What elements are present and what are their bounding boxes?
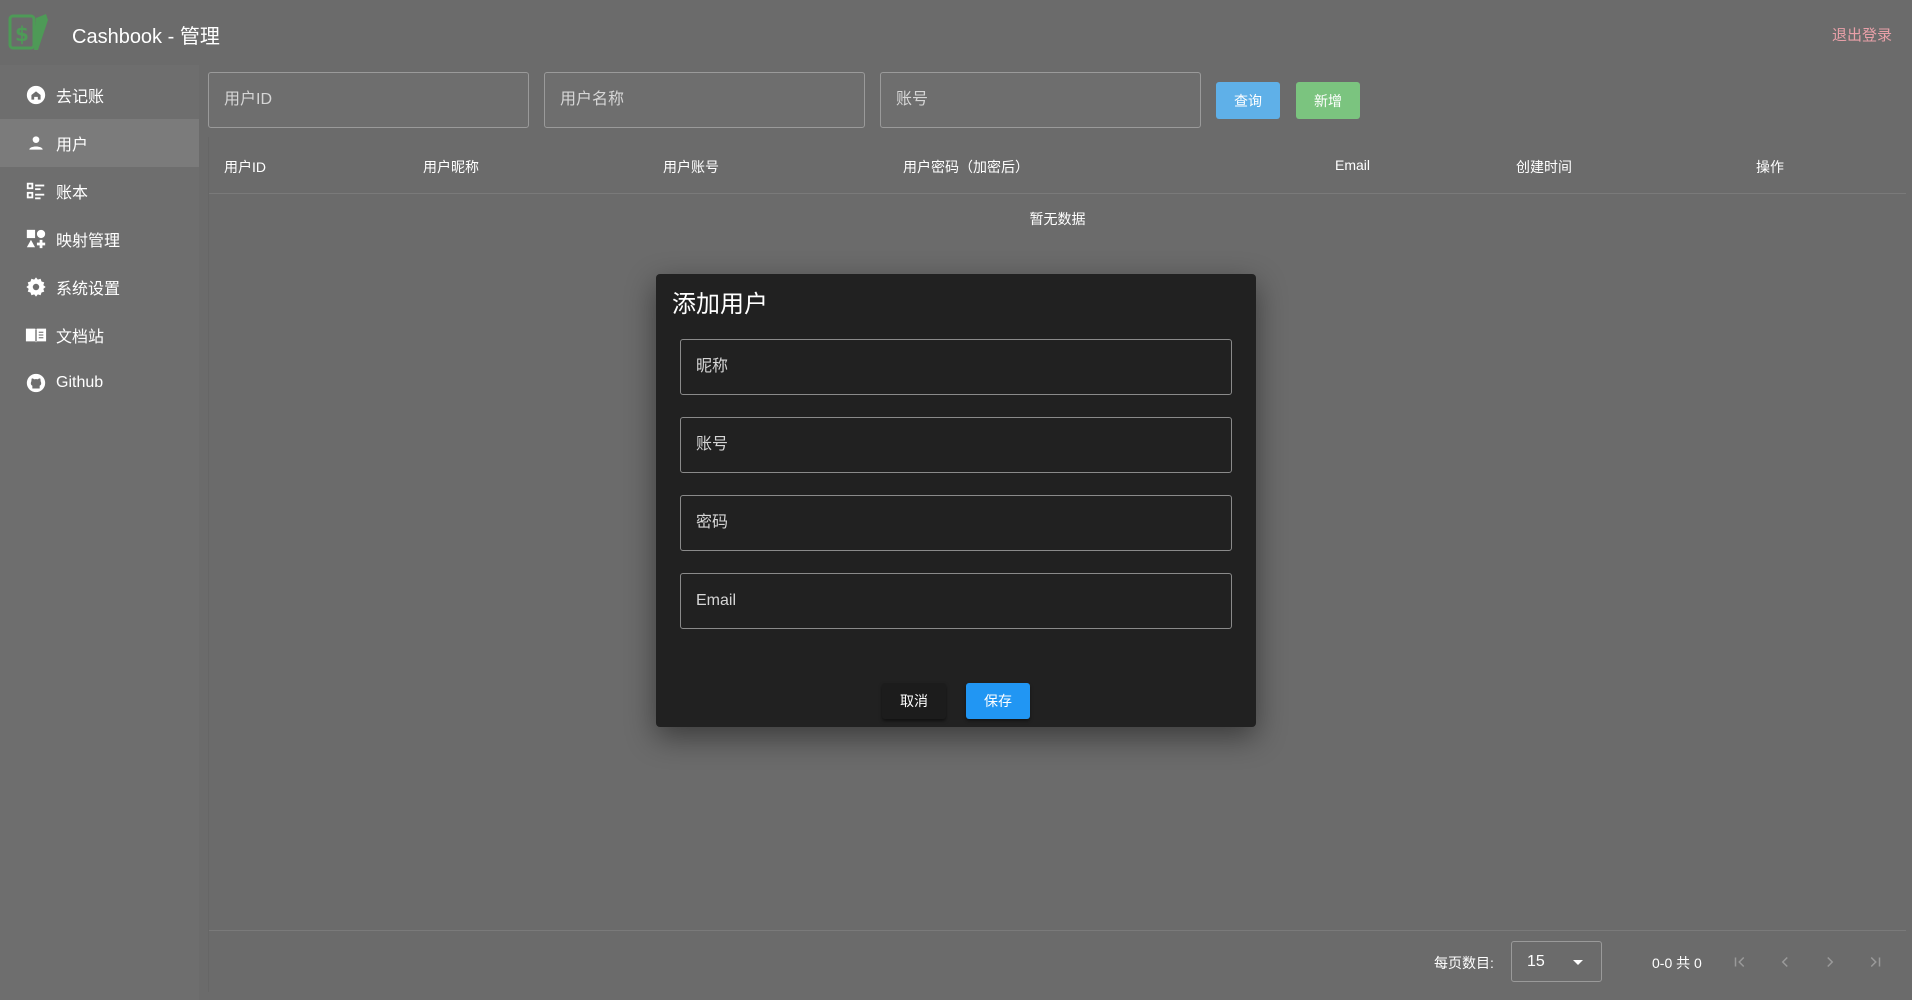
add-user-dialog: 添加用户 取消 保存 [656, 274, 1256, 727]
password-field[interactable] [680, 495, 1232, 551]
dialog-title: 添加用户 [672, 291, 768, 318]
save-button[interactable]: 保存 [966, 683, 1030, 719]
cancel-button[interactable]: 取消 [882, 683, 946, 719]
nickname-field[interactable] [680, 339, 1232, 395]
account-field[interactable] [680, 417, 1232, 473]
email-field[interactable] [680, 573, 1232, 629]
